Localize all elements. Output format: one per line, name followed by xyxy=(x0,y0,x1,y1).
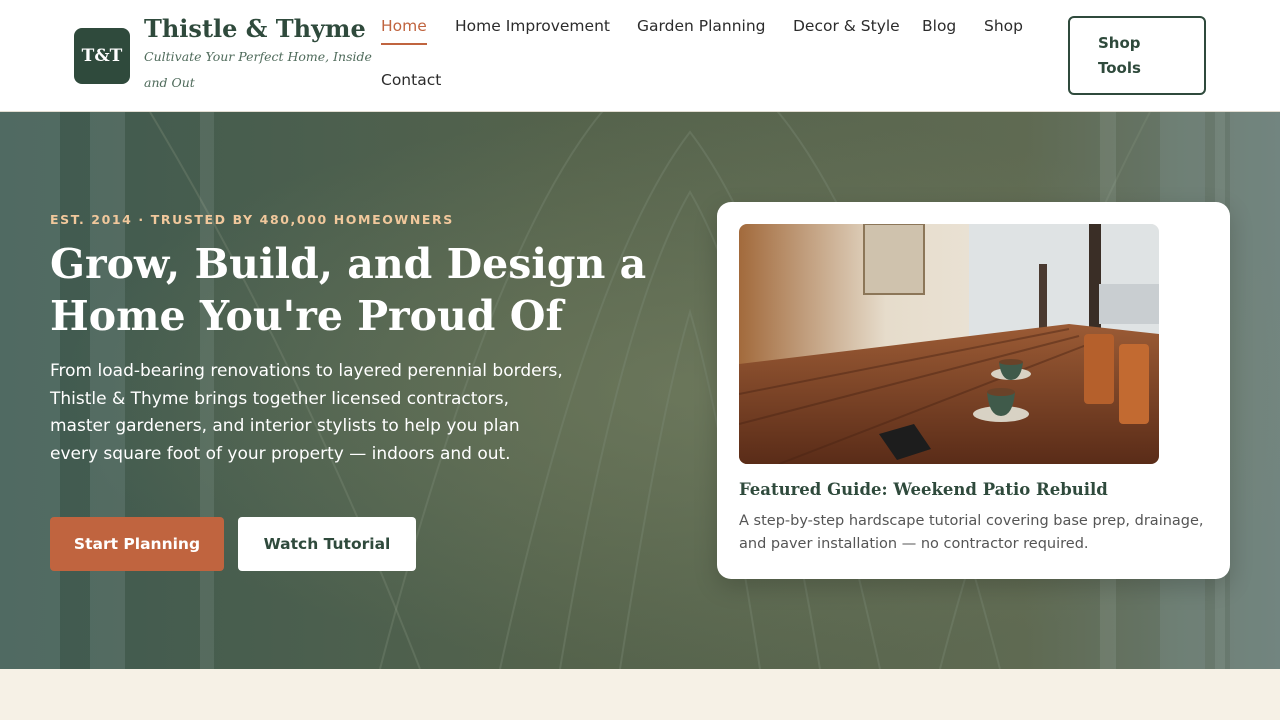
content-section-start xyxy=(0,669,1280,720)
nav-blog[interactable]: Blog xyxy=(922,17,956,45)
logo-text: T&T xyxy=(81,46,123,66)
hero-eyebrow: EST. 2014 · TRUSTED BY 480,000 HOMEOWNER… xyxy=(50,212,454,227)
shop-tools-button[interactable]: Shop Tools xyxy=(1068,16,1206,95)
brand-name[interactable]: Thistle & Thyme xyxy=(144,14,366,43)
brand-tagline: Cultivate Your Perfect Home, Inside and … xyxy=(144,49,372,90)
hero-title: Grow, Build, and Design a Home You're Pr… xyxy=(50,240,647,340)
watch-tutorial-button[interactable]: Watch Tutorial xyxy=(238,517,416,571)
nav-shop[interactable]: Shop xyxy=(984,17,1023,45)
shop-tools-label: Shop Tools xyxy=(1098,34,1141,77)
hero-description: From load-bearing renovations to layered… xyxy=(50,361,563,464)
start-planning-button[interactable]: Start Planning xyxy=(50,517,224,571)
nav-contact[interactable]: Contact xyxy=(381,71,441,99)
featured-guide-title[interactable]: Featured Guide: Weekend Patio Rebuild xyxy=(739,480,1108,499)
site-header: T&T Thistle & Thyme Cultivate Your Perfe… xyxy=(0,0,1280,112)
nav-home[interactable]: Home xyxy=(381,17,427,45)
featured-guide-description: A step-by-step hardscape tutorial coveri… xyxy=(739,513,1204,552)
start-planning-label: Start Planning xyxy=(73,535,201,553)
cafe-table-photo xyxy=(739,224,1159,464)
nav-garden-planning[interactable]: Garden Planning xyxy=(637,17,766,45)
featured-guide-card[interactable]: Featured Guide: Weekend Patio Rebuild A … xyxy=(717,202,1230,579)
hero-section: EST. 2014 · TRUSTED BY 480,000 HOMEOWNER… xyxy=(0,112,1280,669)
nav-home-improvement[interactable]: Home Improvement xyxy=(455,17,610,45)
logo-badge[interactable]: T&T xyxy=(74,28,130,84)
watch-tutorial-label: Watch Tutorial xyxy=(263,535,391,553)
nav-decor-style[interactable]: Decor & Style xyxy=(793,17,900,45)
featured-guide-image[interactable] xyxy=(739,224,1159,464)
